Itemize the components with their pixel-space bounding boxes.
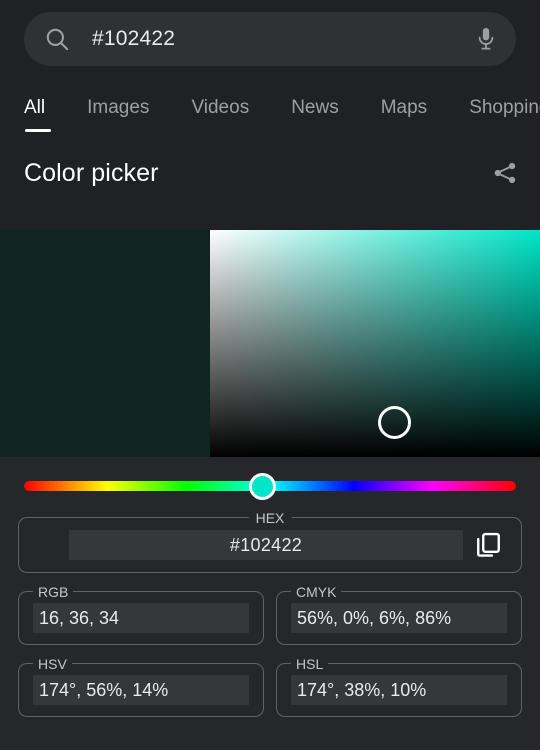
rgb-field-value[interactable]: 16, 36, 34 — [33, 603, 249, 633]
share-icon[interactable] — [492, 160, 518, 186]
hsl-field-value[interactable]: 174°, 38%, 10% — [291, 675, 507, 705]
hsv-field[interactable]: HSV 174°, 56%, 14% — [18, 655, 264, 717]
hex-field-label: HEX — [248, 509, 292, 527]
color-values-panel: HEX #102422 RGB 16, 36, 34 CMYK 56%, 0%,… — [0, 457, 540, 750]
tab-images[interactable]: Images — [87, 97, 149, 132]
hue-slider[interactable] — [0, 457, 540, 515]
search-input[interactable]: #102422 — [24, 12, 516, 66]
microphone-icon[interactable] — [474, 26, 498, 52]
cmyk-field[interactable]: CMYK 56%, 0%, 6%, 86% — [276, 583, 522, 645]
tab-all[interactable]: All — [24, 97, 52, 132]
value-layer — [210, 230, 540, 457]
page-title-row: Color picker — [0, 150, 540, 196]
hue-slider-thumb[interactable] — [249, 472, 277, 500]
hue-slider-track[interactable] — [24, 472, 516, 500]
tab-videos[interactable]: Videos — [191, 97, 249, 132]
hsl-field-label: HSL — [291, 655, 329, 673]
hsv-field-value[interactable]: 174°, 56%, 14% — [33, 675, 249, 705]
saturation-value-field[interactable] — [210, 230, 540, 457]
color-format-grid: RGB 16, 36, 34 CMYK 56%, 0%, 6%, 86% HSV… — [18, 583, 522, 717]
hsv-field-label: HSV — [33, 655, 72, 673]
tab-label: Maps — [380, 97, 428, 118]
cmyk-field-label: CMYK — [291, 583, 342, 601]
hex-field[interactable]: HEX #102422 — [18, 509, 522, 573]
tab-label: All — [24, 97, 46, 118]
hsl-field[interactable]: HSL 174°, 38%, 10% — [276, 655, 522, 717]
rgb-field[interactable]: RGB 16, 36, 34 — [18, 583, 264, 645]
rgb-field-label: RGB — [33, 583, 74, 601]
tab-news[interactable]: News — [291, 97, 339, 132]
tab-label: News — [291, 97, 339, 118]
tab-label: Images — [87, 97, 150, 118]
hex-field-value[interactable]: #102422 — [69, 530, 463, 560]
tab-shopping[interactable]: Shopping — [469, 97, 540, 132]
search-header: #102422 All Images Videos News Maps Shop… — [0, 0, 540, 230]
cmyk-field-value[interactable]: 56%, 0%, 6%, 86% — [291, 603, 507, 633]
selected-color-swatch — [0, 230, 210, 457]
tab-label: Videos — [191, 97, 250, 118]
copy-icon[interactable] — [473, 530, 503, 560]
search-bar-container: #102422 — [0, 0, 540, 66]
search-tabs: All Images Videos News Maps Shopping — [0, 86, 540, 132]
page-title: Color picker — [24, 158, 159, 187]
color-preview-area — [0, 230, 540, 457]
tab-maps[interactable]: Maps — [381, 97, 427, 132]
search-query-text: #102422 — [92, 27, 176, 50]
search-icon — [44, 26, 70, 52]
tab-label: Shopping — [469, 97, 540, 118]
